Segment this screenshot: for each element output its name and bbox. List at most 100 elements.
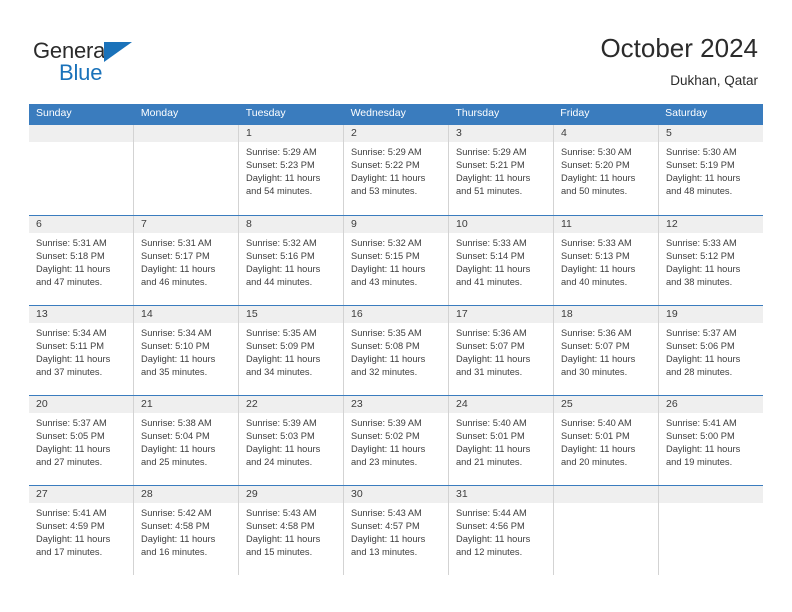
day-number: 5 xyxy=(659,125,763,142)
daylight-text-line1: Daylight: 11 hours xyxy=(36,264,111,274)
sunrise-text: Sunrise: 5:39 AM xyxy=(246,418,317,428)
day-details: Sunrise: 5:40 AM Sunset: 5:01 PM Dayligh… xyxy=(449,413,553,469)
calendar-grid: Sunday Monday Tuesday Wednesday Thursday… xyxy=(29,104,763,575)
day-cell: 18 Sunrise: 5:36 AM Sunset: 5:07 PM Dayl… xyxy=(553,306,658,395)
daylight-text-line2: and 20 minutes. xyxy=(561,457,628,467)
sunrise-text: Sunrise: 5:39 AM xyxy=(351,418,422,428)
sunset-text: Sunset: 5:20 PM xyxy=(561,160,630,170)
daylight-text-line2: and 40 minutes. xyxy=(561,277,628,287)
page-title: October 2024 xyxy=(600,33,758,63)
sunset-text: Sunset: 5:14 PM xyxy=(456,251,525,261)
weekday-header-sunday: Sunday xyxy=(36,107,72,119)
sunset-text: Sunset: 5:01 PM xyxy=(456,431,525,441)
day-number xyxy=(134,125,238,142)
sunrise-text: Sunrise: 5:40 AM xyxy=(561,418,632,428)
sunrise-text: Sunrise: 5:41 AM xyxy=(666,418,737,428)
daylight-text-line2: and 12 minutes. xyxy=(456,547,523,557)
daylight-text-line1: Daylight: 11 hours xyxy=(666,354,741,364)
daylight-text-line2: and 25 minutes. xyxy=(141,457,208,467)
day-number: 6 xyxy=(29,216,133,233)
daylight-text-line2: and 54 minutes. xyxy=(246,186,313,196)
daylight-text-line2: and 21 minutes. xyxy=(456,457,523,467)
day-cell: 29 Sunrise: 5:43 AM Sunset: 4:58 PM Dayl… xyxy=(238,486,343,575)
day-number: 15 xyxy=(239,306,343,323)
day-details: Sunrise: 5:43 AM Sunset: 4:57 PM Dayligh… xyxy=(344,503,448,559)
day-details: Sunrise: 5:30 AM Sunset: 5:20 PM Dayligh… xyxy=(554,142,658,198)
location-subtitle: Dukhan, Qatar xyxy=(670,72,758,88)
day-cell: 22 Sunrise: 5:39 AM Sunset: 5:03 PM Dayl… xyxy=(238,396,343,485)
daylight-text-line2: and 16 minutes. xyxy=(141,547,208,557)
day-details: Sunrise: 5:33 AM Sunset: 5:12 PM Dayligh… xyxy=(659,233,763,289)
day-number: 27 xyxy=(29,486,133,503)
day-details: Sunrise: 5:40 AM Sunset: 5:01 PM Dayligh… xyxy=(554,413,658,469)
sunset-text: Sunset: 5:03 PM xyxy=(246,431,315,441)
sunrise-text: Sunrise: 5:31 AM xyxy=(36,238,107,248)
day-cell: 7 Sunrise: 5:31 AM Sunset: 5:17 PM Dayli… xyxy=(133,216,238,305)
daylight-text-line1: Daylight: 11 hours xyxy=(246,534,321,544)
sunset-text: Sunset: 5:02 PM xyxy=(351,431,420,441)
day-number: 8 xyxy=(239,216,343,233)
daylight-text-line1: Daylight: 11 hours xyxy=(246,264,321,274)
day-number: 1 xyxy=(239,125,343,142)
sunrise-text: Sunrise: 5:29 AM xyxy=(351,147,422,157)
daylight-text-line1: Daylight: 11 hours xyxy=(666,444,741,454)
day-cell: 3 Sunrise: 5:29 AM Sunset: 5:21 PM Dayli… xyxy=(448,125,553,215)
daylight-text-line2: and 46 minutes. xyxy=(141,277,208,287)
day-details: Sunrise: 5:36 AM Sunset: 5:07 PM Dayligh… xyxy=(554,323,658,379)
day-details xyxy=(134,142,238,146)
daylight-text-line2: and 44 minutes. xyxy=(246,277,313,287)
day-details xyxy=(29,142,133,146)
daylight-text-line1: Daylight: 11 hours xyxy=(666,264,741,274)
sunrise-text: Sunrise: 5:29 AM xyxy=(456,147,527,157)
day-details: Sunrise: 5:31 AM Sunset: 5:17 PM Dayligh… xyxy=(134,233,238,289)
day-details: Sunrise: 5:36 AM Sunset: 5:07 PM Dayligh… xyxy=(449,323,553,379)
daylight-text-line1: Daylight: 11 hours xyxy=(36,534,111,544)
sunrise-text: Sunrise: 5:44 AM xyxy=(456,508,527,518)
day-cell: 12 Sunrise: 5:33 AM Sunset: 5:12 PM Dayl… xyxy=(658,216,763,305)
day-details: Sunrise: 5:39 AM Sunset: 5:03 PM Dayligh… xyxy=(239,413,343,469)
logo-triangle-icon xyxy=(104,42,132,62)
sunset-text: Sunset: 5:19 PM xyxy=(666,160,735,170)
week-row: 20 Sunrise: 5:37 AM Sunset: 5:05 PM Dayl… xyxy=(29,395,763,485)
day-number: 22 xyxy=(239,396,343,413)
daylight-text-line1: Daylight: 11 hours xyxy=(456,264,531,274)
day-number: 25 xyxy=(554,396,658,413)
day-cell: 17 Sunrise: 5:36 AM Sunset: 5:07 PM Dayl… xyxy=(448,306,553,395)
daylight-text-line1: Daylight: 11 hours xyxy=(141,264,216,274)
day-details: Sunrise: 5:33 AM Sunset: 5:13 PM Dayligh… xyxy=(554,233,658,289)
sunrise-text: Sunrise: 5:35 AM xyxy=(246,328,317,338)
weekday-header-saturday: Saturday xyxy=(665,107,708,119)
daylight-text-line1: Daylight: 11 hours xyxy=(561,264,636,274)
daylight-text-line1: Daylight: 11 hours xyxy=(561,354,636,364)
sunrise-text: Sunrise: 5:42 AM xyxy=(141,508,212,518)
day-number: 19 xyxy=(659,306,763,323)
daylight-text-line2: and 43 minutes. xyxy=(351,277,418,287)
daylight-text-line2: and 37 minutes. xyxy=(36,367,103,377)
logo-text-blue: Blue xyxy=(59,60,103,85)
day-cell: 11 Sunrise: 5:33 AM Sunset: 5:13 PM Dayl… xyxy=(553,216,658,305)
day-cell xyxy=(658,486,763,575)
daylight-text-line2: and 53 minutes. xyxy=(351,186,418,196)
daylight-text-line1: Daylight: 11 hours xyxy=(141,534,216,544)
weekday-header-wednesday: Wednesday xyxy=(350,107,406,119)
day-cell: 24 Sunrise: 5:40 AM Sunset: 5:01 PM Dayl… xyxy=(448,396,553,485)
sunset-text: Sunset: 4:56 PM xyxy=(456,521,525,531)
daylight-text-line1: Daylight: 11 hours xyxy=(561,444,636,454)
day-number: 3 xyxy=(449,125,553,142)
day-number: 12 xyxy=(659,216,763,233)
daylight-text-line2: and 35 minutes. xyxy=(141,367,208,377)
day-number: 10 xyxy=(449,216,553,233)
day-cell: 19 Sunrise: 5:37 AM Sunset: 5:06 PM Dayl… xyxy=(658,306,763,395)
sunset-text: Sunset: 5:09 PM xyxy=(246,341,315,351)
day-number: 16 xyxy=(344,306,448,323)
sunset-text: Sunset: 5:06 PM xyxy=(666,341,735,351)
sunset-text: Sunset: 5:05 PM xyxy=(36,431,105,441)
day-number xyxy=(659,486,763,503)
daylight-text-line2: and 34 minutes. xyxy=(246,367,313,377)
day-cell: 1 Sunrise: 5:29 AM Sunset: 5:23 PM Dayli… xyxy=(238,125,343,215)
sunset-text: Sunset: 4:59 PM xyxy=(36,521,105,531)
day-details: Sunrise: 5:32 AM Sunset: 5:15 PM Dayligh… xyxy=(344,233,448,289)
daylight-text-line2: and 15 minutes. xyxy=(246,547,313,557)
day-number: 28 xyxy=(134,486,238,503)
weekday-header-monday: Monday xyxy=(140,107,179,119)
